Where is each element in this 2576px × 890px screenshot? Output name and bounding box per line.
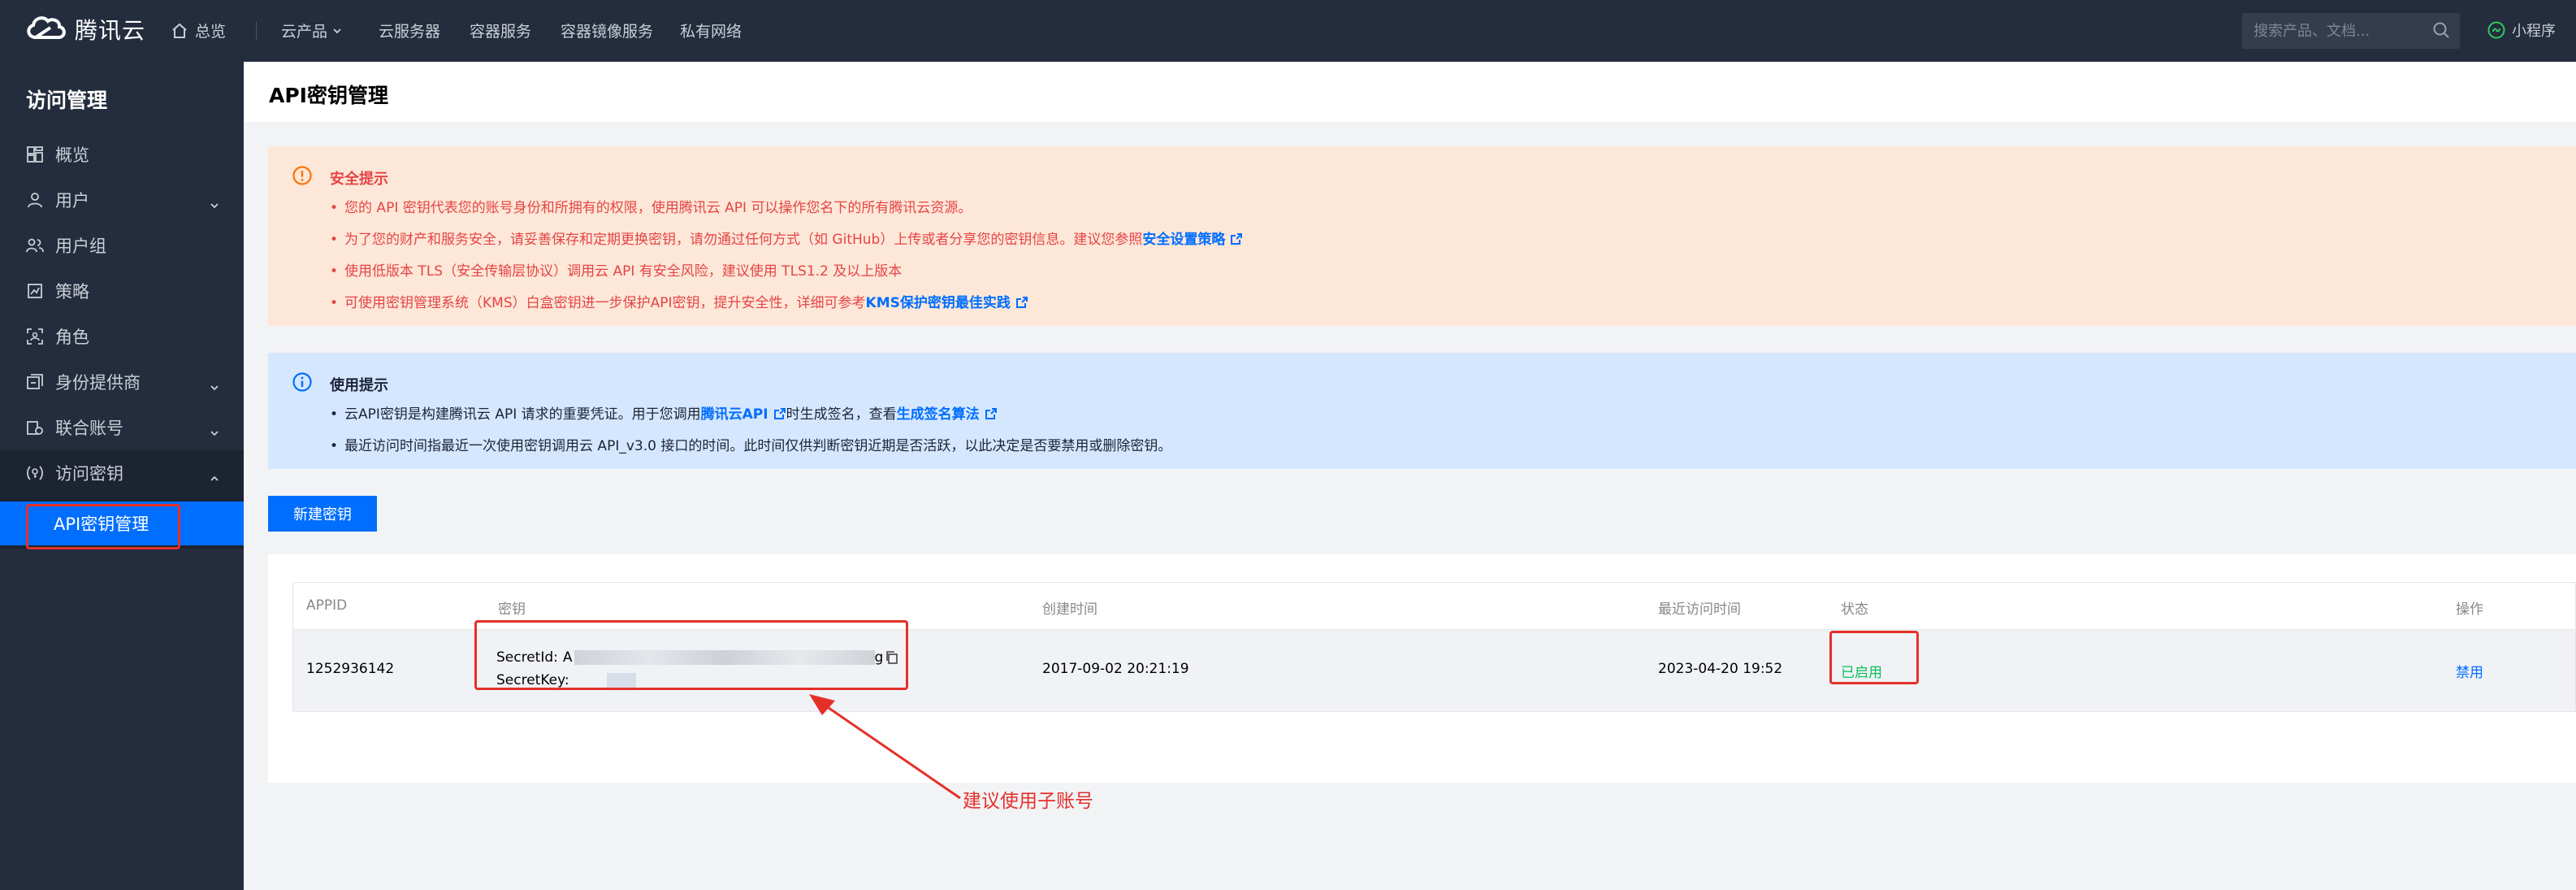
appid-cell: 1252936142 — [306, 661, 395, 677]
sidebar-item-policies[interactable]: 策略 — [0, 268, 244, 314]
sidebar-item-federated-accounts[interactable]: 联合账号 — [0, 405, 244, 450]
chevron-down-icon — [210, 423, 219, 442]
wechat-mini-program-icon — [2487, 21, 2505, 39]
sidebar-item-users[interactable]: 用户 — [0, 177, 244, 223]
nav-container-registry[interactable]: 容器镜像服务 — [561, 20, 653, 41]
external-link-icon — [773, 406, 786, 426]
federated-account-icon — [26, 419, 44, 436]
last-access-time-cell: 2023-04-20 19:52 — [1658, 661, 1783, 677]
list-item: • 使用低版本 TLS（安全传输层协议）调用云 API 有安全风险，建议使用 TL… — [330, 263, 903, 280]
chevron-down-icon — [210, 195, 219, 215]
created-time-cell: 2017-09-02 20:21:19 — [1042, 661, 1189, 677]
annotation-note: 建议使用子账号 — [963, 791, 1093, 812]
sidebar-item-label: 联合账号 — [55, 419, 123, 438]
annotation-box-status — [1829, 631, 1919, 684]
signature-algorithm-link[interactable]: 生成签名算法 — [897, 406, 980, 423]
disable-key-link[interactable]: 禁用 — [2456, 661, 2483, 681]
user-icon — [26, 191, 44, 209]
column-header-created: 创建时间 — [1042, 601, 1098, 618]
sidebar-item-overview[interactable]: 概览 — [0, 132, 244, 177]
page-header: API密钥管理 — [244, 62, 2576, 122]
sidebar-item-label: 访问密钥 — [55, 464, 123, 484]
brand-name: 腾讯云 — [75, 17, 146, 44]
annotation-box-secret — [474, 620, 908, 690]
annotation-box-sidebar — [26, 504, 180, 549]
nav-vpc[interactable]: 私有网络 — [680, 20, 742, 41]
dashboard-icon — [26, 145, 44, 163]
security-notice-title: 安全提示 — [330, 171, 388, 188]
sidebar-item-identity-providers[interactable]: 身份提供商 — [0, 359, 244, 405]
nav-divider — [256, 21, 257, 41]
external-link-icon — [1015, 295, 1028, 315]
search-input[interactable] — [2253, 13, 2424, 49]
sidebar-item-label: 概览 — [55, 145, 89, 165]
create-key-button[interactable]: 新建密钥 — [268, 496, 377, 532]
sidebar-item-label: 角色 — [55, 328, 89, 347]
global-search — [2242, 13, 2460, 49]
usage-notice-list: • 云API密钥是构建腾讯云 API 请求的重要凭证。用于您调用腾讯云API 时生成… — [330, 405, 1171, 468]
chevron-down-icon — [210, 377, 219, 397]
nav-products[interactable]: 云产品 — [281, 20, 342, 41]
column-header-last-access: 最近访问时间 — [1658, 601, 1741, 618]
security-policy-link[interactable]: 安全设置策略 — [1142, 232, 1225, 248]
sidebar-title: 访问管理 — [26, 89, 108, 112]
nav-home-label: 总览 — [195, 23, 227, 41]
top-navigation-bar: 腾讯云 总览 云产品 云服务器 容器服务 容器镜像服务 私有网络 小程序 — [0, 0, 2576, 62]
mini-program-label: 小程序 — [2512, 23, 2556, 40]
annotation-arrow — [809, 694, 961, 800]
home-icon — [171, 22, 188, 40]
nav-home[interactable]: 总览 — [171, 20, 226, 41]
security-notice-list: • 您的 API 密钥代表您的账号身份和所拥有的权限，使用腾讯云 API 可以操作… — [330, 198, 1243, 325]
external-link-icon — [1230, 232, 1243, 251]
search-icon[interactable] — [2432, 21, 2450, 42]
sidebar-item-label: 身份提供商 — [55, 373, 141, 393]
tencent-cloud-logo-icon — [24, 13, 67, 46]
sidebar: 访问管理 概览 用户 用户组 策略 角色 身份提供商 联合账号 访问密钥 API… — [0, 62, 244, 890]
chevron-up-icon — [210, 468, 219, 488]
identity-provider-icon — [26, 373, 44, 391]
role-icon — [26, 328, 44, 345]
user-group-icon — [26, 237, 44, 254]
nav-cvm[interactable]: 云服务器 — [379, 20, 440, 41]
info-icon — [292, 372, 312, 395]
usage-notice-title: 使用提示 — [330, 377, 388, 394]
sidebar-item-label: 策略 — [55, 282, 89, 302]
policy-icon — [26, 282, 44, 300]
sidebar-item-access-keys[interactable]: 访问密钥 — [0, 450, 244, 496]
page-title: API密钥管理 — [269, 84, 388, 107]
access-key-icon — [26, 464, 44, 482]
column-header-status: 状态 — [1841, 601, 1868, 618]
main-content: API密钥管理 安全提示 • 您的 API 密钥代表您的账号身份和所拥有的权限，使… — [244, 62, 2576, 890]
mini-program-entry[interactable]: 小程序 — [2487, 20, 2556, 41]
usage-notice: 使用提示 • 云API密钥是构建腾讯云 API 请求的重要凭证。用于您调用腾讯云A… — [268, 353, 2576, 469]
column-header-appid: APPID — [306, 597, 348, 614]
sidebar-item-label: 用户组 — [55, 237, 106, 256]
column-header-key: 密钥 — [498, 601, 526, 618]
chevron-down-icon — [332, 26, 342, 36]
sidebar-item-roles[interactable]: 角色 — [0, 314, 244, 359]
nav-products-label: 云产品 — [281, 23, 328, 41]
list-item: • 可使用密钥管理系统（KMS）白盒密钥进一步保护API密钥，提升安全性，详细可参… — [330, 293, 1243, 325]
security-notice: 安全提示 • 您的 API 密钥代表您的账号身份和所拥有的权限，使用腾讯云 API… — [268, 146, 2576, 326]
list-item: • 为了您的财产和服务安全，请妥善保存和定期更换密钥，请勿通过任何方式（如 Git… — [330, 230, 1243, 262]
warning-icon — [292, 166, 312, 189]
brand-logo[interactable]: 腾讯云 — [24, 13, 145, 46]
column-header-action: 操作 — [2456, 601, 2483, 618]
nav-container-service[interactable]: 容器服务 — [470, 20, 531, 41]
list-item: • 您的 API 密钥代表您的账号身份和所拥有的权限，使用腾讯云 API 可以操作… — [330, 200, 972, 216]
kms-best-practice-link[interactable]: KMS保护密钥最佳实践 — [866, 295, 1011, 311]
tencent-cloud-api-link[interactable]: 腾讯云API — [701, 406, 768, 423]
sidebar-item-user-groups[interactable]: 用户组 — [0, 223, 244, 268]
external-link-icon — [985, 406, 998, 426]
sidebar-item-label: 用户 — [55, 191, 89, 211]
list-item: • 云API密钥是构建腾讯云 API 请求的重要凭证。用于您调用腾讯云API 时生成… — [330, 405, 1171, 436]
list-item: • 最近访问时间指最近一次使用密钥调用云 API_v3.0 接口的时间。此时间仅供… — [330, 438, 1172, 454]
